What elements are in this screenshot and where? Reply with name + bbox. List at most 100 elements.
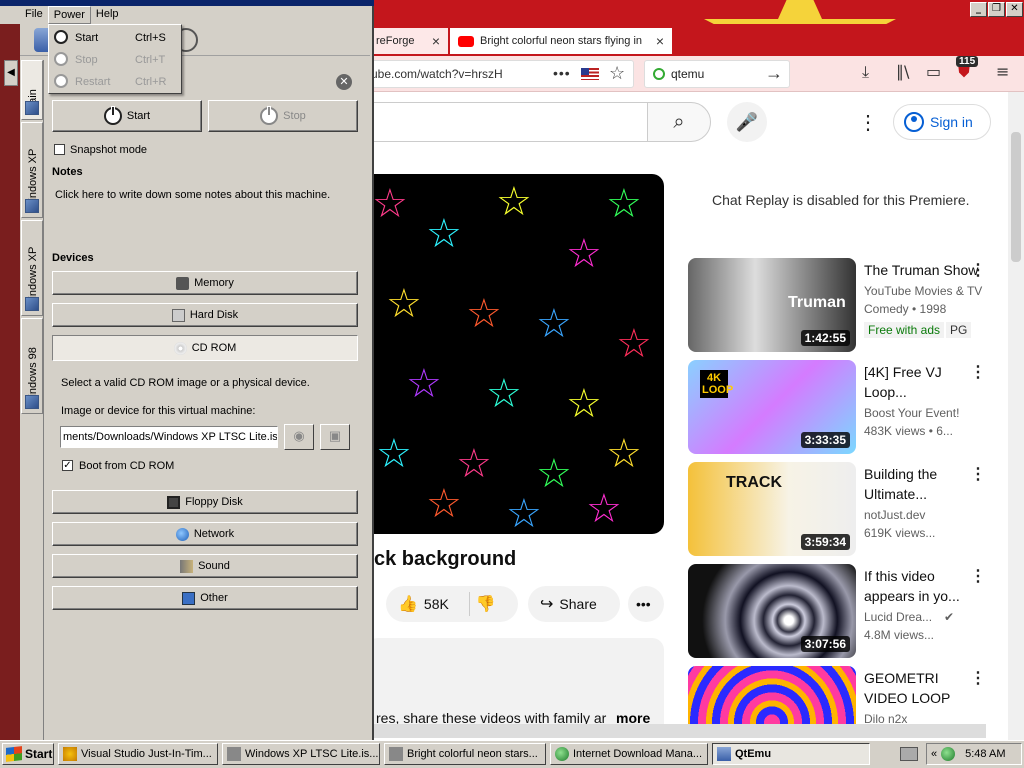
description-box[interactable]: res, share these videos with family ar m…	[366, 638, 664, 738]
recommendation-title: The Truman Show	[864, 262, 979, 278]
taskbar-item-windows-xp[interactable]: Windows XP LTSC Lite.is...	[222, 743, 380, 765]
menu-shortcut: Ctrl+S	[135, 32, 166, 44]
taskbar-item-browser[interactable]: Bright colorful neon stars...	[384, 743, 546, 765]
more-options-icon[interactable]: ⋮	[858, 110, 878, 135]
verified-icon: ✔	[944, 610, 955, 624]
tab-close-icon[interactable]: ×	[656, 33, 664, 49]
more-options-icon[interactable]: ⋮	[970, 668, 986, 688]
memory-icon	[176, 276, 190, 290]
floppy-icon	[167, 495, 181, 509]
more-options-icon[interactable]: ⋮	[970, 566, 986, 586]
notes-text[interactable]: Click here to write down some notes abou…	[55, 189, 330, 201]
snapshot-checkbox[interactable]	[54, 144, 65, 155]
thumbs-down-icon[interactable]: 👎	[476, 594, 496, 614]
clock[interactable]: 5:48 AM	[965, 748, 1005, 760]
star-icon: ☆	[426, 211, 462, 257]
youtube-search-input[interactable]	[360, 102, 648, 142]
bookmark-star-icon[interactable]: ☆	[609, 63, 625, 84]
power-menu-start[interactable]: Start Ctrl+S	[49, 27, 181, 49]
close-tab-icon[interactable]: ✕	[336, 74, 352, 90]
share-button[interactable]: ↪ Share	[528, 586, 620, 622]
star-icon: ☆	[586, 486, 622, 532]
memory-button[interactable]: Memory	[52, 271, 358, 295]
star-icon: ☆	[506, 491, 542, 534]
recommendation-item[interactable]: GEOMETRI VIDEO LOOP ⋮ Dilo n2x	[688, 666, 1008, 726]
network-button[interactable]: Network	[52, 522, 358, 546]
more-options-icon[interactable]: ⋮	[970, 260, 986, 280]
search-engine-icon	[653, 68, 665, 80]
more-options-icon[interactable]: ⋮	[970, 464, 986, 484]
tab-youtube[interactable]: Bright colorful neon stars flying in ×	[450, 28, 672, 54]
tray-expand-icon[interactable]: «	[931, 748, 937, 760]
tab-windows-98[interactable]: Windows 98	[21, 318, 43, 414]
menu-power[interactable]: Power	[47, 6, 91, 24]
cd-image-path-input[interactable]: ments/Downloads/Windows XP LTSC Lite.iso	[60, 426, 278, 448]
url-bar[interactable]: ube.com/watch?v=hrszH ••• ☆	[362, 60, 634, 88]
recommendation-item[interactable]: 4K LOOP 3:33:35 [4K] Free VJ Loop... ⋮ B…	[688, 360, 1008, 456]
menu-help[interactable]: Help	[91, 6, 124, 24]
stop-label: Stop	[283, 110, 306, 122]
hard-disk-label: Hard Disk	[189, 309, 239, 321]
close-window-button[interactable]: ✕	[1006, 2, 1023, 17]
keyboard-icon[interactable]	[900, 747, 918, 761]
sign-in-button[interactable]: Sign in	[893, 104, 991, 140]
star-icon: ☆	[566, 381, 602, 427]
library-icon[interactable]: ∥\	[896, 62, 909, 81]
start-button[interactable]: Start	[2, 743, 54, 765]
tab-scroll-left-icon[interactable]: ◀	[4, 60, 18, 86]
cd-hint: Select a valid CD ROM image or a physica…	[61, 377, 310, 389]
recommendation-item[interactable]: TRACK 3:59:34 Building the Ultimate... ⋮…	[688, 462, 1008, 558]
youtube-search-icon[interactable]: ⌕	[647, 102, 711, 142]
other-button[interactable]: Other	[52, 586, 358, 610]
star-icon: ☆	[466, 291, 502, 337]
sound-button[interactable]: Sound	[52, 554, 358, 578]
thumbnail-text: Truman	[788, 294, 846, 311]
start-label: Start	[126, 110, 151, 122]
video-meta: 483K views • 6...	[864, 424, 953, 438]
stop-button[interactable]: Stop	[208, 100, 358, 132]
star-icon: ☆	[426, 481, 462, 527]
taskbar-item-visual-studio[interactable]: Visual Studio Just-In-Tim...	[58, 743, 218, 765]
star-icon: ☆	[456, 441, 492, 487]
cd-eject-button[interactable]: ▣	[320, 424, 350, 450]
cd-rom-label: CD ROM	[191, 342, 237, 354]
download-icon[interactable]: ⤓	[862, 62, 869, 82]
more-actions-button[interactable]: •••	[628, 586, 664, 622]
floppy-button[interactable]: Floppy Disk	[52, 490, 358, 514]
network-tray-icon[interactable]	[941, 747, 956, 761]
tab-close-icon[interactable]: ×	[432, 33, 440, 49]
video-player[interactable]: ☆ ☆ ☆ ☆ ☆ ☆ ☆ ☆ ☆ ☆ ☆ ☆ ☆ ☆ ☆ ☆ ☆ ☆ ☆	[366, 174, 664, 534]
boot-cd-checkbox[interactable]: ✓	[62, 460, 73, 471]
vs-icon	[63, 747, 77, 761]
maximize-button[interactable]: ❐	[988, 2, 1005, 17]
power-menu-restart[interactable]: Restart Ctrl+R	[49, 71, 181, 93]
sidebar-icon[interactable]: ▭	[926, 62, 941, 81]
url-text: ube.com/watch?v=hrszH	[371, 67, 503, 81]
star-icon: ☆	[486, 371, 522, 417]
taskbar-item-qtemu[interactable]: QtEmu	[712, 743, 870, 765]
page-actions-icon[interactable]: •••	[553, 65, 571, 81]
search-box[interactable]: qtemu →	[644, 60, 790, 88]
start-button[interactable]: Start	[52, 100, 202, 132]
microphone-icon[interactable]: 🎤	[727, 102, 767, 142]
search-input[interactable]: qtemu	[671, 67, 704, 81]
video-thumbnail	[688, 666, 856, 726]
duration-badge: 3:07:56	[800, 636, 850, 652]
hard-disk-button[interactable]: Hard Disk	[52, 303, 358, 327]
star-icon: ☆	[566, 231, 602, 277]
like-button[interactable]: 👍 58K 👎	[386, 586, 518, 622]
cd-rom-button[interactable]: CD ROM	[52, 335, 358, 361]
vertical-scrollbar[interactable]	[1008, 92, 1024, 740]
recommendation-item[interactable]: 3:07:56 If this video appears in yo... ⋮…	[688, 564, 1008, 660]
cd-browse-button[interactable]: ◉	[284, 424, 314, 450]
hamburger-menu-icon[interactable]: ≡	[996, 62, 1009, 81]
taskbar-label: QtEmu	[735, 748, 772, 760]
scrollbar-thumb[interactable]	[1011, 132, 1021, 262]
minimize-button[interactable]: _	[970, 2, 987, 17]
horizontal-scrollbar[interactable]	[370, 724, 986, 738]
power-menu-stop[interactable]: Stop Ctrl+T	[49, 49, 181, 71]
more-options-icon[interactable]: ⋮	[970, 362, 986, 382]
taskbar-item-idm[interactable]: Internet Download Mana...	[550, 743, 708, 765]
recommendation-item[interactable]: Truman 1:42:55 The Truman Show ⋮ YouTube…	[688, 258, 1008, 354]
search-go-icon[interactable]: →	[765, 63, 783, 84]
